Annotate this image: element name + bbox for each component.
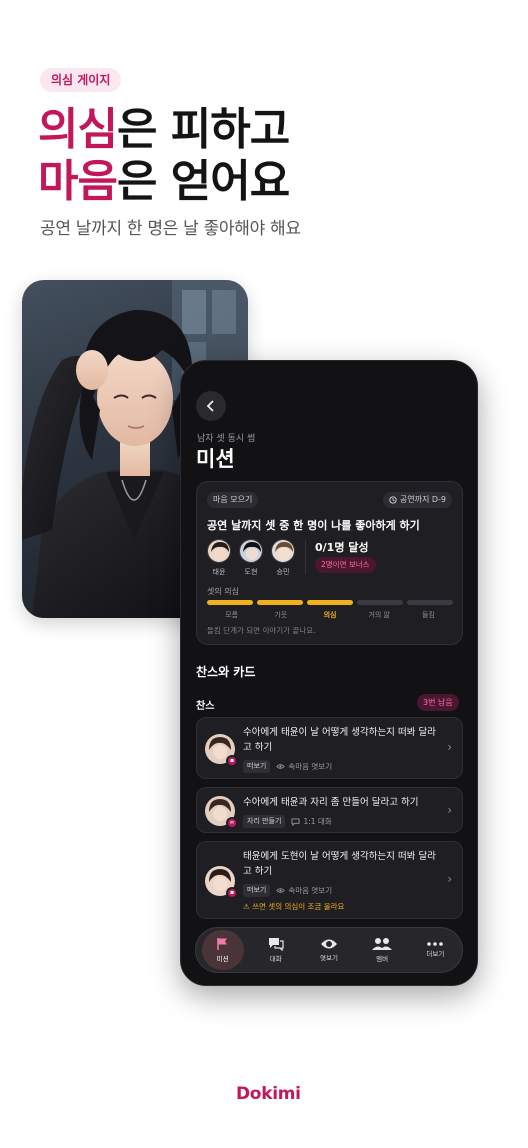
- gauge-step-label: 의심: [323, 611, 337, 619]
- bonus-badge: 2명이면 보너스: [315, 557, 376, 573]
- chance-meta: 자리 만들기 1:1 대화: [243, 815, 332, 828]
- link-icon: ∞: [226, 817, 238, 829]
- mission-title: 공연 날까지 셋 중 한 명이 나를 좋아하게 하기: [207, 519, 420, 532]
- chevron-left-icon: [206, 400, 214, 412]
- feature-tag: 의심 게이지: [40, 68, 122, 92]
- gauge-segment: [357, 600, 403, 605]
- gauge-segment: [257, 600, 303, 605]
- chance-item[interactable]: ▪ 태윤에게 도현이 날 어떻게 생각하는지 떠봐 달라고 하기 떠보기 속마음…: [196, 841, 463, 919]
- chat-bubble-icon: [291, 817, 300, 826]
- clock-icon: [389, 496, 397, 504]
- dokimi-logo: Dokimi: [236, 1084, 301, 1104]
- headline-rest-1: 은 피하고: [116, 104, 290, 155]
- back-button[interactable]: [196, 391, 226, 421]
- gauge-segment: [207, 600, 253, 605]
- nav-mission[interactable]: 미션: [201, 930, 244, 970]
- gauge-step-label: 가웃: [274, 611, 288, 619]
- chance-meta: 떠보기 속마음 엿보기: [243, 884, 332, 897]
- chance-text: 태윤에게 도현이 날 어떻게 생각하는지 떠봐 달라고 하기: [243, 851, 436, 877]
- nav-label: 엿보기: [319, 954, 338, 962]
- eye-icon: [320, 939, 337, 949]
- chevron-right-icon: ›: [447, 803, 452, 817]
- nav-label: 멤버: [376, 955, 389, 963]
- nav-chat[interactable]: 대화: [255, 930, 297, 970]
- chance-item[interactable]: ▪ 수아에게 태윤이 날 어떻게 생각하는지 떠봐 달라고 하기 떠보기 속마음…: [196, 717, 463, 779]
- chat-icon: ▪: [226, 887, 238, 899]
- chevron-right-icon: ›: [447, 872, 452, 886]
- mission-card: 마음 모으기 공연까지 D-9 공연 날까지 셋 중 한 명이 나를 좋아하게 …: [196, 481, 463, 645]
- nav-label: 대화: [269, 955, 282, 963]
- member-dohyun[interactable]: 도현: [239, 539, 263, 577]
- gauge-label: 셋의 의심: [207, 587, 239, 596]
- divider: [305, 540, 306, 574]
- chance-effect-text: 1:1 대화: [303, 817, 332, 826]
- more-icon: [427, 942, 444, 946]
- people-icon: [372, 938, 393, 950]
- chance-type: 떠보기: [243, 884, 271, 897]
- dday-text: 공연까지 D-9: [399, 495, 446, 504]
- gauge-steps: 모름 가웃 의심 거의 앎 들킴: [207, 610, 453, 620]
- mission-progress: 0/1명 달성: [315, 541, 369, 554]
- gauge-step-label: 거의 앎: [368, 611, 390, 619]
- chance-text: 수아에게 태윤이 날 어떻게 생각하는지 떠봐 달라고 하기: [243, 727, 436, 753]
- bottom-nav: 미션 대화 엿보기 멤버 더보기: [195, 927, 463, 973]
- chance-avatar: ▪: [205, 734, 238, 767]
- chance-avatar: ▪: [205, 866, 238, 899]
- promo-subtitle: 공연 날까지 한 명은 날 좋아해야 해요: [40, 219, 301, 239]
- avatar: [239, 539, 263, 563]
- nav-label: 미션: [216, 955, 229, 963]
- member-avatars: 태윤 도현 승민: [207, 539, 295, 577]
- headline-rest-2: 은 얻어요: [116, 156, 290, 207]
- chat-icon: [268, 938, 284, 951]
- eye-icon: [276, 888, 286, 893]
- nav-label: 더보기: [426, 950, 445, 958]
- avatar: [271, 539, 295, 563]
- member-taeyun[interactable]: 태윤: [207, 539, 231, 577]
- gauge-segment: [407, 600, 453, 605]
- member-name: 도현: [244, 568, 258, 576]
- flag-icon: [216, 938, 227, 950]
- headline-line-1: 의심은 피하고: [38, 104, 290, 156]
- chance-effect-text: 속마음 엿보기: [288, 886, 333, 895]
- remaining-badge: 3번 남음: [417, 694, 459, 711]
- member-seungmin[interactable]: 승민: [271, 539, 295, 577]
- nav-more[interactable]: 더보기: [414, 930, 456, 970]
- page-title: 미션: [196, 447, 235, 471]
- chance-effect: 1:1 대화: [291, 816, 332, 827]
- headline: 의심은 피하고 마음은 얻어요: [38, 104, 290, 208]
- gauge-note: 들킴 단계가 되면 이야기가 끝나요.: [207, 626, 316, 635]
- eye-icon: [276, 764, 286, 769]
- nav-members[interactable]: 멤버: [361, 930, 403, 970]
- headline-line-2: 마음은 얻어요: [38, 156, 290, 208]
- member-name: 태윤: [212, 568, 226, 576]
- member-name: 승민: [276, 568, 290, 576]
- avatar: [207, 539, 231, 563]
- dday-chip: 공연까지 D-9: [382, 492, 452, 508]
- nav-peek[interactable]: 엿보기: [308, 930, 350, 970]
- chance-label: 찬스: [196, 701, 215, 712]
- suspicion-gauge: [207, 600, 453, 605]
- chance-item[interactable]: ∞ 수아에게 태윤과 자리 좀 만들어 달라고 하기 자리 만들기 1:1 대화…: [196, 787, 463, 833]
- chance-effect: 속마음 엿보기: [276, 761, 332, 772]
- chance-type: 떠보기: [243, 760, 271, 773]
- chat-icon: ▪: [226, 755, 238, 767]
- headline-accent-1: 의심: [38, 104, 118, 155]
- chance-text: 수아에게 태윤과 자리 좀 만들어 달라고 하기: [243, 797, 419, 808]
- phone-screen: 남자 셋 동시 썸 미션 마음 모으기 공연까지 D-9 공연 날까지 셋 중 …: [180, 360, 478, 986]
- chance-warning: ⚠ 쓰면 셋의 의심이 조금 올라요: [243, 902, 345, 911]
- mission-chip: 마음 모으기: [207, 492, 259, 508]
- gauge-segment: [307, 600, 353, 605]
- chance-avatar: ∞: [205, 796, 238, 829]
- gauge-step-label: 모름: [225, 611, 239, 619]
- chance-effect-text: 속마음 엿보기: [288, 762, 333, 771]
- section-title: 찬스와 카드: [196, 665, 256, 679]
- chance-type: 자리 만들기: [243, 815, 286, 828]
- gauge-step-label: 들킴: [421, 611, 435, 619]
- chance-effect: 속마음 엿보기: [276, 885, 332, 896]
- headline-accent-2: 마음: [38, 156, 118, 207]
- chevron-right-icon: ›: [447, 740, 452, 754]
- chance-meta: 떠보기 속마음 엿보기: [243, 760, 332, 773]
